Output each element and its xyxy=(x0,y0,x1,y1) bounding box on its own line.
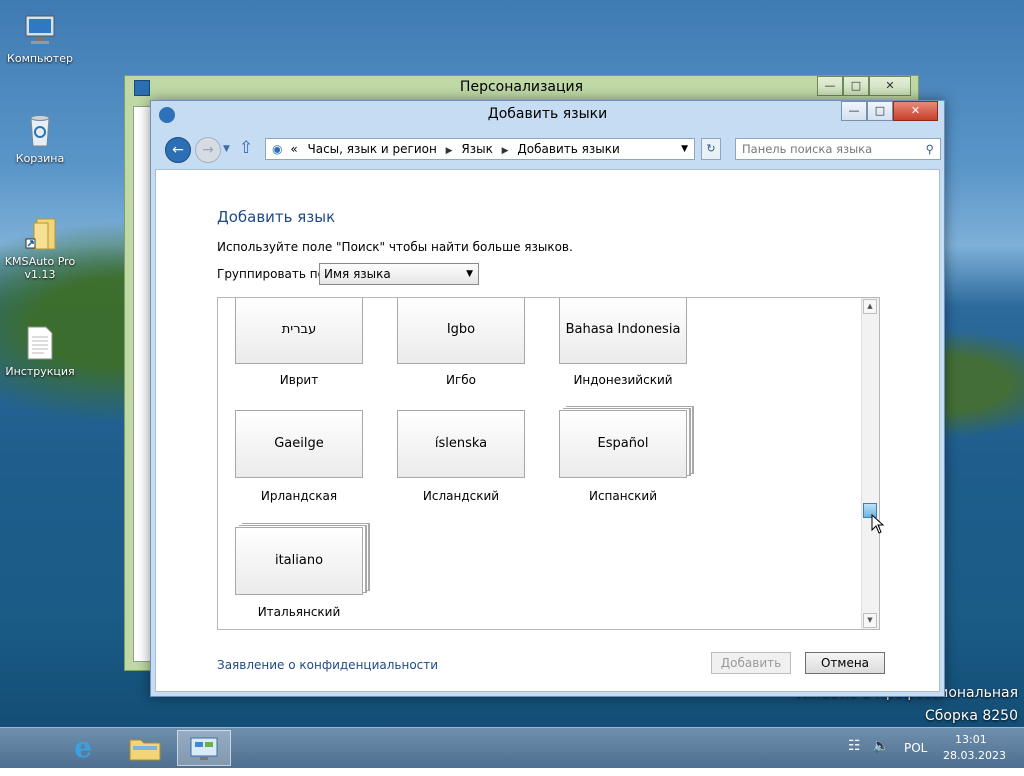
taskbar-control-panel[interactable] xyxy=(177,730,231,766)
clock-date[interactable]: 28.03.2023 xyxy=(943,749,1006,762)
language-name: Итальянский xyxy=(257,605,341,619)
refresh-button[interactable]: ↻ xyxy=(701,138,721,160)
breadcrumb-add-languages[interactable]: Добавить языки xyxy=(517,142,619,156)
desktop-icon-computer[interactable]: Компьютер xyxy=(0,12,80,65)
taskbar-file-explorer[interactable] xyxy=(118,730,172,766)
recycle-bin-icon xyxy=(22,112,58,148)
add-languages-window[interactable]: Добавить языки — □ ✕ ← → ▼ ⇧ ◉ « Часы, я… xyxy=(150,100,945,697)
computer-icon xyxy=(22,12,58,48)
group-by-value: Имя языка xyxy=(324,267,391,281)
language-grid[interactable]: עברית Иврит Igbo Игбо Bahasa Indonesia И… xyxy=(217,297,880,630)
language-name: Испанский xyxy=(588,489,658,503)
language-tile-irish[interactable]: Gaeilge xyxy=(235,410,363,478)
mouse-cursor-icon xyxy=(871,514,885,534)
back-arrow-icon: ← xyxy=(172,142,184,158)
maximize-button[interactable]: □ xyxy=(843,76,869,96)
group-by-label: Группировать по: xyxy=(217,267,330,281)
page-heading: Добавить язык xyxy=(217,208,336,226)
desktop-icon-label: Корзина xyxy=(15,152,65,165)
address-prefix: « xyxy=(290,142,298,156)
refresh-icon: ↻ xyxy=(706,142,716,155)
input-language-indicator[interactable]: POL xyxy=(904,741,927,755)
language-tile-spanish[interactable]: Español xyxy=(559,410,687,478)
desktop-icon-kmsauto[interactable]: KMSAuto Pro v1.13 xyxy=(0,215,80,281)
chevron-down-icon: ▼ xyxy=(867,616,873,624)
control-panel-icon xyxy=(190,737,218,760)
privacy-statement-link[interactable]: Заявление о конфиденциальности xyxy=(217,658,438,672)
language-native-name: Igbo xyxy=(446,322,476,337)
forward-button[interactable]: → xyxy=(195,137,221,163)
forward-arrow-icon: → xyxy=(202,142,214,158)
language-name: Игбо xyxy=(445,373,477,387)
vertical-scrollbar[interactable]: ▲ ▼ xyxy=(861,298,879,629)
network-icon[interactable]: ☷ xyxy=(848,738,866,756)
language-name: Иврит xyxy=(279,373,319,387)
language-native-name: Bahasa Indonesia xyxy=(565,322,681,337)
search-icon[interactable]: ⚲ xyxy=(926,139,934,159)
language-tile-hebrew[interactable]: עברית xyxy=(235,298,363,364)
address-dropdown-icon[interactable]: ▼ xyxy=(681,139,688,159)
minimize-button[interactable]: — xyxy=(817,76,843,96)
breadcrumb-language[interactable]: Язык xyxy=(461,142,492,156)
search-placeholder: Панель поиска языка xyxy=(742,142,873,156)
language-native-name: Gaeilge xyxy=(274,436,324,451)
language-native-name: italiano xyxy=(274,553,324,568)
volume-muted-icon[interactable]: 🔈 xyxy=(872,738,890,756)
desktop-icon-recycle-bin[interactable]: Корзина xyxy=(0,112,80,165)
language-tile-icelandic[interactable]: íslenska xyxy=(397,410,525,478)
language-name: Ирландская xyxy=(260,489,338,503)
up-arrow-icon: ⇧ xyxy=(239,138,254,158)
maximize-button[interactable]: □ xyxy=(867,101,893,121)
language-tile-igbo[interactable]: Igbo xyxy=(397,298,525,364)
scroll-down-button[interactable]: ▼ xyxy=(863,613,877,628)
clock-time[interactable]: 13:01 xyxy=(955,733,987,746)
personalization-window-title: Персонализация xyxy=(459,79,584,95)
back-button[interactable]: ← xyxy=(165,137,191,163)
desktop-icon-label: Компьютер xyxy=(7,52,73,65)
main-content: Добавить язык Используйте поле "Поиск" ч… xyxy=(155,169,940,692)
control-panel-icon: ◉ xyxy=(272,142,283,156)
add-button[interactable]: Добавить xyxy=(711,652,791,674)
close-button[interactable]: ✕ xyxy=(869,76,911,96)
navigation-bar: ← → ▼ ⇧ ◉ « Часы, язык и регион ▶ Язык ▶… xyxy=(159,135,941,165)
text-document-icon xyxy=(22,325,58,361)
address-bar[interactable]: ◉ « Часы, язык и регион ▶ Язык ▶ Добавит… xyxy=(265,138,695,160)
chevron-up-icon: ▲ xyxy=(867,302,873,310)
recent-pages-dropdown[interactable]: ▼ xyxy=(223,144,230,154)
language-native-name: íslenska xyxy=(434,436,488,451)
desktop-icon-label: Инструкция xyxy=(5,365,75,378)
folder-icon xyxy=(129,739,161,761)
chevron-down-icon: ▼ xyxy=(466,269,473,279)
close-button[interactable]: ✕ xyxy=(893,101,938,121)
page-description: Используйте поле "Поиск" чтобы найти бол… xyxy=(217,240,573,254)
internet-explorer-icon: e xyxy=(74,731,92,764)
language-tile-indonesian[interactable]: Bahasa Indonesia xyxy=(559,298,687,364)
group-by-select[interactable]: Имя языка ▼ xyxy=(319,263,479,285)
language-native-name: Español xyxy=(597,436,649,451)
language-native-name: עברית xyxy=(281,322,317,337)
cancel-button[interactable]: Отмена xyxy=(805,652,885,674)
language-name: Индонезийский xyxy=(573,373,673,387)
up-level-button[interactable]: ⇧ xyxy=(239,138,253,158)
desktop-icon-label: KMSAuto Pro v1.13 xyxy=(4,255,76,281)
breadcrumb-separator-icon[interactable]: ▶ xyxy=(502,146,509,156)
desktop-icon-instruction[interactable]: Инструкция xyxy=(0,325,80,378)
os-build-watermark: Сборка 8250 xyxy=(925,708,1018,724)
folder-icon xyxy=(22,215,58,251)
breadcrumb-separator-icon[interactable]: ▶ xyxy=(446,146,453,156)
taskbar-internet-explorer[interactable]: e xyxy=(56,730,110,766)
language-name: Исландский xyxy=(422,489,500,503)
taskbar: e ☷ 🔈 POL 13:01 28.03.2023 xyxy=(0,727,1024,768)
scroll-up-button[interactable]: ▲ xyxy=(863,299,877,314)
language-tile-italian[interactable]: italiano xyxy=(235,527,363,595)
search-input[interactable]: Панель поиска языка ⚲ xyxy=(735,138,941,160)
window-title: Добавить языки xyxy=(487,106,608,122)
breadcrumb-clock-region[interactable]: Часы, язык и регион xyxy=(307,142,436,156)
minimize-button[interactable]: — xyxy=(841,101,867,121)
